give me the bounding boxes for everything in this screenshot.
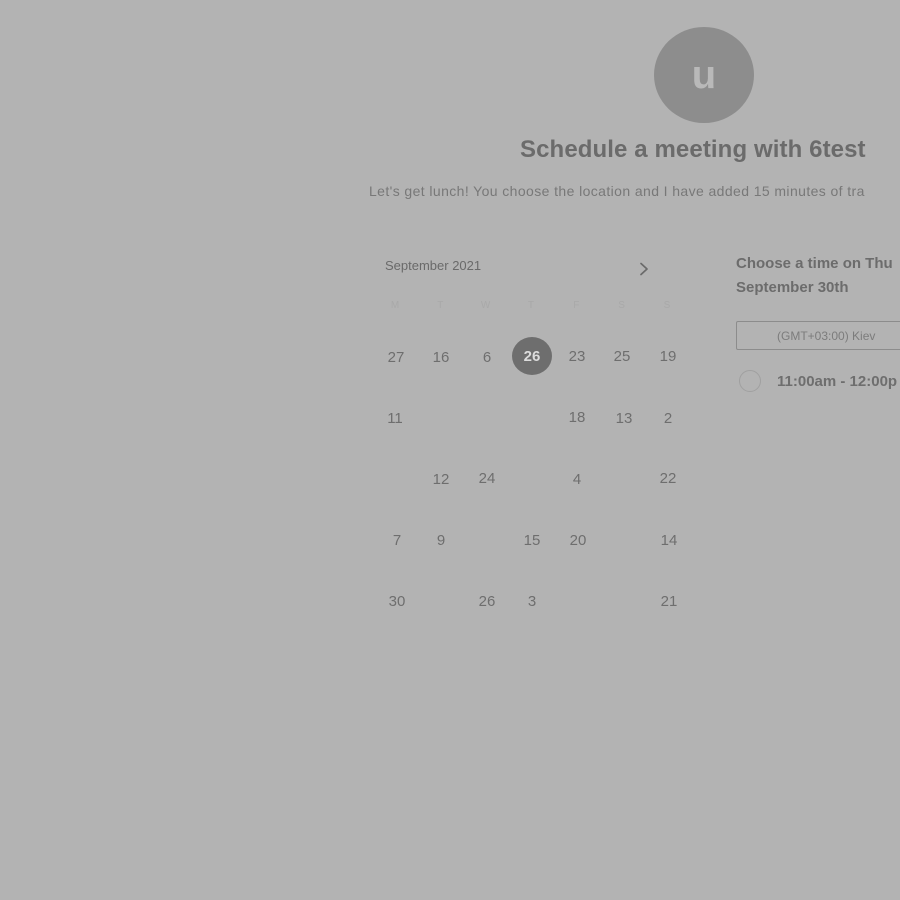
calendar-day[interactable]: 3 [512, 583, 552, 619]
calendar-day[interactable]: 19 [648, 338, 688, 374]
calendar-day[interactable]: 23 [557, 338, 597, 374]
time-heading-date: September 30th [736, 279, 849, 296]
calendar-day[interactable]: 24 [467, 460, 507, 496]
calendar-day[interactable]: 30 [377, 583, 417, 619]
page-title: Schedule a meeting with 6test [520, 136, 866, 163]
host-avatar: u [654, 27, 754, 123]
weekday-label: S [663, 300, 672, 311]
weekday-label: W [480, 300, 492, 311]
calendar-day[interactable]: 25 [602, 338, 642, 374]
weekday-label: T [437, 300, 445, 311]
time-slot-option[interactable]: 11:00am - 12:00p [739, 368, 897, 394]
calendar-weekday-header: M T W T F S S [373, 300, 690, 316]
calendar-month-label: September 2021 [385, 258, 482, 273]
calendar-day[interactable]: 11 [375, 400, 415, 436]
weekday-label: M [390, 300, 401, 311]
time-heading-line: Choose a time on Thu [736, 255, 893, 272]
calendar-day[interactable]: 26 [467, 583, 507, 619]
weekday-label: F [573, 300, 581, 311]
calendar-day[interactable]: 27 [376, 339, 416, 375]
weekday-label: S [618, 300, 626, 311]
chevron-right-icon [640, 262, 648, 276]
calendar-day[interactable]: 20 [558, 522, 598, 558]
next-month-button[interactable] [634, 258, 654, 280]
timezone-select[interactable]: (GMT+03:00) Kiev [736, 321, 900, 350]
calendar-day[interactable]: 21 [649, 583, 689, 619]
calendar-day[interactable]: 22 [648, 460, 688, 496]
calendar-day[interactable]: 7 [377, 522, 417, 558]
meeting-description: Let's get lunch! You choose the location… [369, 183, 865, 199]
calendar-day[interactable]: 14 [649, 522, 689, 558]
calendar-day[interactable]: 16 [421, 339, 461, 375]
calendar-day[interactable]: 18 [557, 399, 597, 435]
calendar-day[interactable]: 15 [512, 522, 552, 558]
calendar-day-selected[interactable]: 26 [512, 337, 552, 375]
time-slot-radio[interactable] [739, 370, 761, 392]
calendar-day[interactable]: 9 [421, 522, 461, 558]
calendar-day[interactable]: 13 [604, 400, 644, 436]
weekday-label: T [527, 300, 536, 311]
time-slot-label: 11:00am - 12:00p [777, 372, 898, 390]
calendar-day[interactable]: 6 [467, 339, 507, 375]
calendar-day[interactable]: 12 [421, 461, 461, 497]
calendar-day[interactable]: 4 [557, 461, 597, 497]
calendar-day[interactable]: 2 [648, 400, 688, 436]
time-selection-heading: Choose a time on Thu September 30th [736, 252, 900, 300]
avatar-letter: u [691, 53, 717, 97]
scheduling-page: u Schedule a meeting with 6test Let's ge… [0, 0, 900, 900]
